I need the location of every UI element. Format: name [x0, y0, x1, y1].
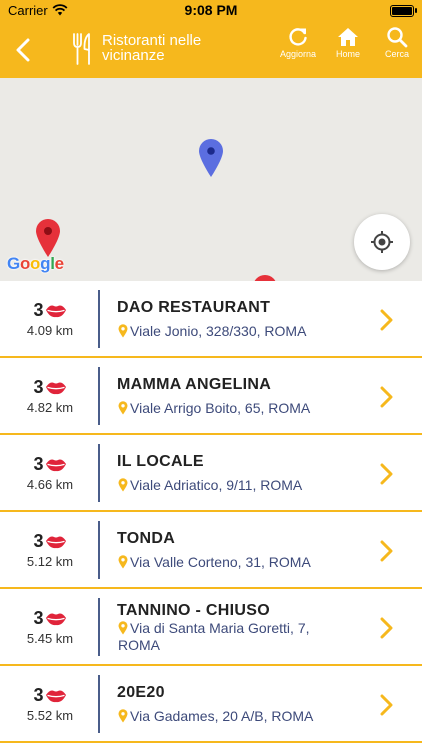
divider — [98, 444, 100, 502]
rating-block: 3 4.09 km — [0, 281, 100, 356]
restaurant-name: TANNINO - CHIUSO — [117, 602, 270, 619]
distance-label: 4.09 km — [26, 323, 74, 338]
location-pin-icon — [118, 709, 128, 723]
restaurant-name: TONDA — [117, 530, 176, 547]
lips-icon — [45, 305, 66, 317]
rating-value: 3 — [33, 685, 44, 705]
chevron-right-icon[interactable] — [378, 616, 394, 640]
map-view[interactable]: Google — [0, 78, 422, 281]
distance-label: 5.12 km — [26, 554, 74, 569]
my-location-button[interactable] — [354, 214, 410, 270]
location-pin-icon — [118, 555, 128, 569]
battery-icon — [390, 5, 417, 17]
chevron-right-icon[interactable] — [378, 308, 394, 332]
home-label: Home — [335, 49, 360, 59]
rating-block: 3 5.12 km — [0, 512, 100, 587]
divider — [98, 598, 100, 656]
restaurant-pin-icon[interactable] — [252, 274, 278, 281]
distance-label: 4.66 km — [26, 477, 74, 492]
rating-value: 3 — [33, 608, 44, 628]
chevron-right-icon[interactable] — [378, 462, 394, 486]
distance-label: 5.52 km — [26, 708, 74, 723]
chevron-right-icon[interactable] — [378, 385, 394, 409]
lips-icon — [45, 459, 66, 471]
search-icon — [387, 27, 408, 48]
chevron-right-icon[interactable] — [378, 539, 394, 563]
location-pin-icon — [118, 401, 128, 415]
refresh-icon — [289, 28, 307, 46]
crosshair-icon — [371, 231, 393, 253]
home-button[interactable]: Home — [322, 26, 374, 70]
location-pin-icon — [118, 621, 128, 635]
back-button[interactable] — [8, 32, 40, 68]
divider — [98, 521, 100, 579]
lips-icon — [45, 536, 66, 548]
restaurant-name: IL LOCALE — [117, 453, 204, 470]
restaurant-address: Via Gadames, 20 A/B, ROMA — [130, 708, 314, 724]
rating-value: 3 — [33, 300, 44, 320]
home-icon — [338, 28, 358, 46]
current-location-pin-icon[interactable] — [198, 138, 224, 178]
restaurant-row[interactable]: 3 5.45 km TANNINO - CHIUSO Via di Santa … — [0, 589, 422, 666]
lips-icon — [45, 613, 66, 625]
location-pin-icon — [118, 478, 128, 492]
rating-block: 3 5.45 km — [0, 589, 100, 664]
distance-label: 4.82 km — [26, 400, 74, 415]
lips-icon — [45, 690, 66, 702]
search-label: Cerca — [384, 49, 409, 59]
distance-label: 5.45 km — [26, 631, 74, 646]
restaurant-row[interactable]: 3 5.52 km 20E20 Via Gadames, 20 A/B, ROM… — [0, 666, 422, 743]
restaurant-row[interactable]: 3 4.09 km DAO RESTAURANT Viale Jonio, 32… — [0, 281, 422, 358]
lips-icon — [45, 382, 66, 394]
refresh-label: Aggiorna — [279, 49, 317, 59]
rating-block: 3 4.82 km — [0, 358, 100, 433]
chevron-right-icon[interactable] — [378, 693, 394, 717]
search-button[interactable]: Cerca — [371, 26, 422, 70]
refresh-button[interactable]: Aggiorna — [272, 26, 324, 70]
restaurant-row[interactable]: 3 4.66 km IL LOCALE Viale Adriatico, 9/1… — [0, 435, 422, 512]
rating-block: 3 5.52 km — [0, 666, 100, 741]
clock: 9:08 PM — [184, 2, 238, 18]
divider — [98, 290, 100, 348]
restaurant-address: Viale Arrigo Boito, 65, ROMA — [130, 400, 311, 416]
restaurant-list: 3 4.09 km DAO RESTAURANT Viale Jonio, 32… — [0, 281, 422, 743]
restaurant-address: Via di Santa Maria Goretti, 7, ROMA — [118, 620, 310, 653]
rating-block: 3 4.66 km — [0, 435, 100, 510]
divider — [98, 675, 100, 733]
divider — [98, 367, 100, 425]
restaurant-row[interactable]: 3 5.12 km TONDA Via Valle Corteno, 31, R… — [0, 512, 422, 589]
restaurant-name: DAO RESTAURANT — [117, 299, 271, 316]
fork-knife-icon — [73, 33, 90, 65]
rating-value: 3 — [33, 531, 44, 551]
restaurant-pin-icon[interactable] — [35, 218, 61, 258]
restaurant-name: MAMMA ANGELINA — [117, 376, 272, 393]
nav-bar: Ristoranti nelle vicinanze Aggiorna Home… — [0, 22, 422, 78]
rating-value: 3 — [33, 454, 44, 474]
location-pin-icon — [118, 324, 128, 338]
page-title: Ristoranti nelle vicinanze — [102, 32, 202, 64]
restaurant-row[interactable]: 3 4.82 km MAMMA ANGELINA Viale Arrigo Bo… — [0, 358, 422, 435]
restaurant-name: 20E20 — [117, 684, 165, 701]
status-bar: Carrier 9:08 PM — [0, 0, 422, 22]
restaurant-address: Viale Jonio, 328/330, ROMA — [130, 323, 307, 339]
google-logo: Google — [7, 254, 64, 273]
restaurant-address: Viale Adriatico, 9/11, ROMA — [130, 477, 303, 493]
rating-value: 3 — [33, 377, 44, 397]
restaurant-address: Via Valle Corteno, 31, ROMA — [130, 554, 311, 570]
back-chevron-icon — [16, 38, 30, 62]
